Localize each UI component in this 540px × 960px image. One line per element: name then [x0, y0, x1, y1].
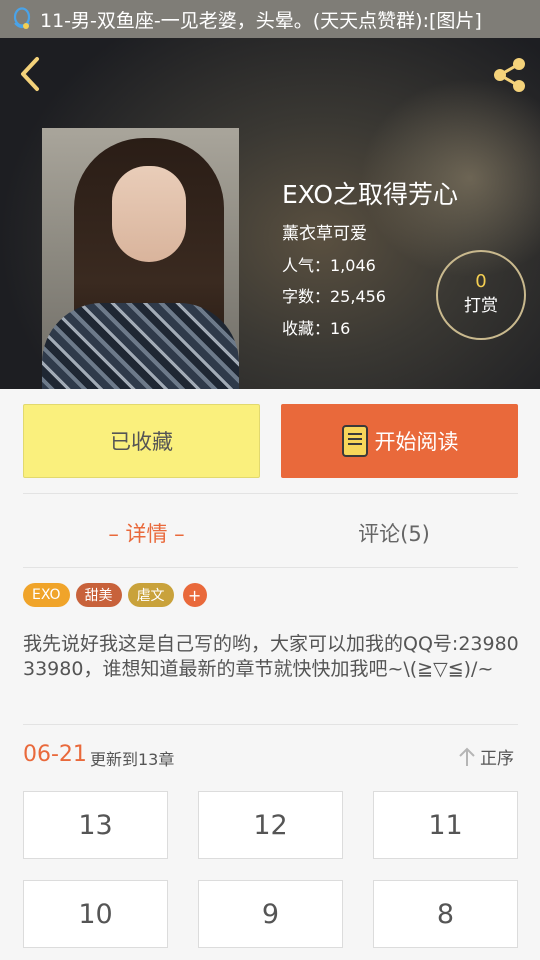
chapter-button[interactable]: 9: [198, 880, 343, 948]
start-reading-button[interactable]: 开始阅读: [281, 404, 518, 478]
notification-text: 11-男-双鱼座-一见老婆，头晕。(天天点赞群):[图片]: [40, 9, 482, 32]
update-text: 更新到13章: [90, 750, 175, 769]
arrow-up-icon: [459, 747, 475, 766]
divider: [23, 493, 518, 494]
tab-details[interactable]: – 详情 –: [23, 510, 270, 556]
book-icon: [341, 425, 368, 457]
tab-comments[interactable]: 评论(5): [270, 510, 518, 556]
chapter-button[interactable]: 11: [373, 791, 518, 859]
update-date: 06-21: [23, 742, 87, 767]
status-bar: 11-男-双鱼座-一见老婆，头晕。(天天点赞群):[图片]: [0, 0, 540, 38]
share-button[interactable]: [488, 54, 530, 96]
popularity-stat: 人气：1,046: [282, 256, 376, 275]
divider: [23, 724, 518, 725]
tag-sweet[interactable]: 甜美: [75, 583, 122, 607]
tip-label: 打赏: [464, 296, 498, 316]
back-button[interactable]: [14, 54, 46, 94]
book-cover-image[interactable]: [42, 128, 239, 389]
chapter-button[interactable]: 10: [23, 880, 168, 948]
back-arrow-icon: [21, 57, 39, 91]
chapter-button[interactable]: 13: [23, 791, 168, 859]
start-reading-label: 开始阅读: [374, 430, 459, 454]
book-description: 我先说好我这是自己写的哟，大家可以加我的QQ号:2398033980，谁想知道最…: [23, 633, 519, 680]
favorited-button[interactable]: 已收藏: [23, 404, 260, 478]
sort-order-button[interactable]: 正序: [458, 744, 514, 769]
sort-label: 正序: [480, 749, 514, 769]
book-header: EXO之取得芳心 薰衣草可爱 人气：1,046 字数：25,456 收藏：16 …: [0, 38, 540, 389]
tag-angst[interactable]: 虐文: [127, 583, 174, 607]
tip-count: 0: [475, 271, 487, 292]
qq-icon: [10, 7, 34, 31]
chapter-button[interactable]: 12: [198, 791, 343, 859]
favorites-stat: 收藏：16: [282, 319, 351, 338]
tip-button[interactable]: 0 打赏: [436, 250, 526, 340]
book-author[interactable]: 薰衣草可爱: [282, 219, 367, 244]
book-title: EXO之取得芳心: [282, 180, 459, 209]
divider: [23, 567, 518, 568]
share-icon: [494, 58, 525, 92]
add-tag-button[interactable]: +: [182, 583, 207, 607]
chapter-button[interactable]: 8: [373, 880, 518, 948]
tag-exo[interactable]: EXO: [23, 583, 70, 607]
word-count-stat: 字数：25,456: [282, 287, 386, 306]
favorited-label: 已收藏: [110, 430, 173, 454]
tag-list: EXO 甜美 虐文 +: [23, 583, 207, 607]
